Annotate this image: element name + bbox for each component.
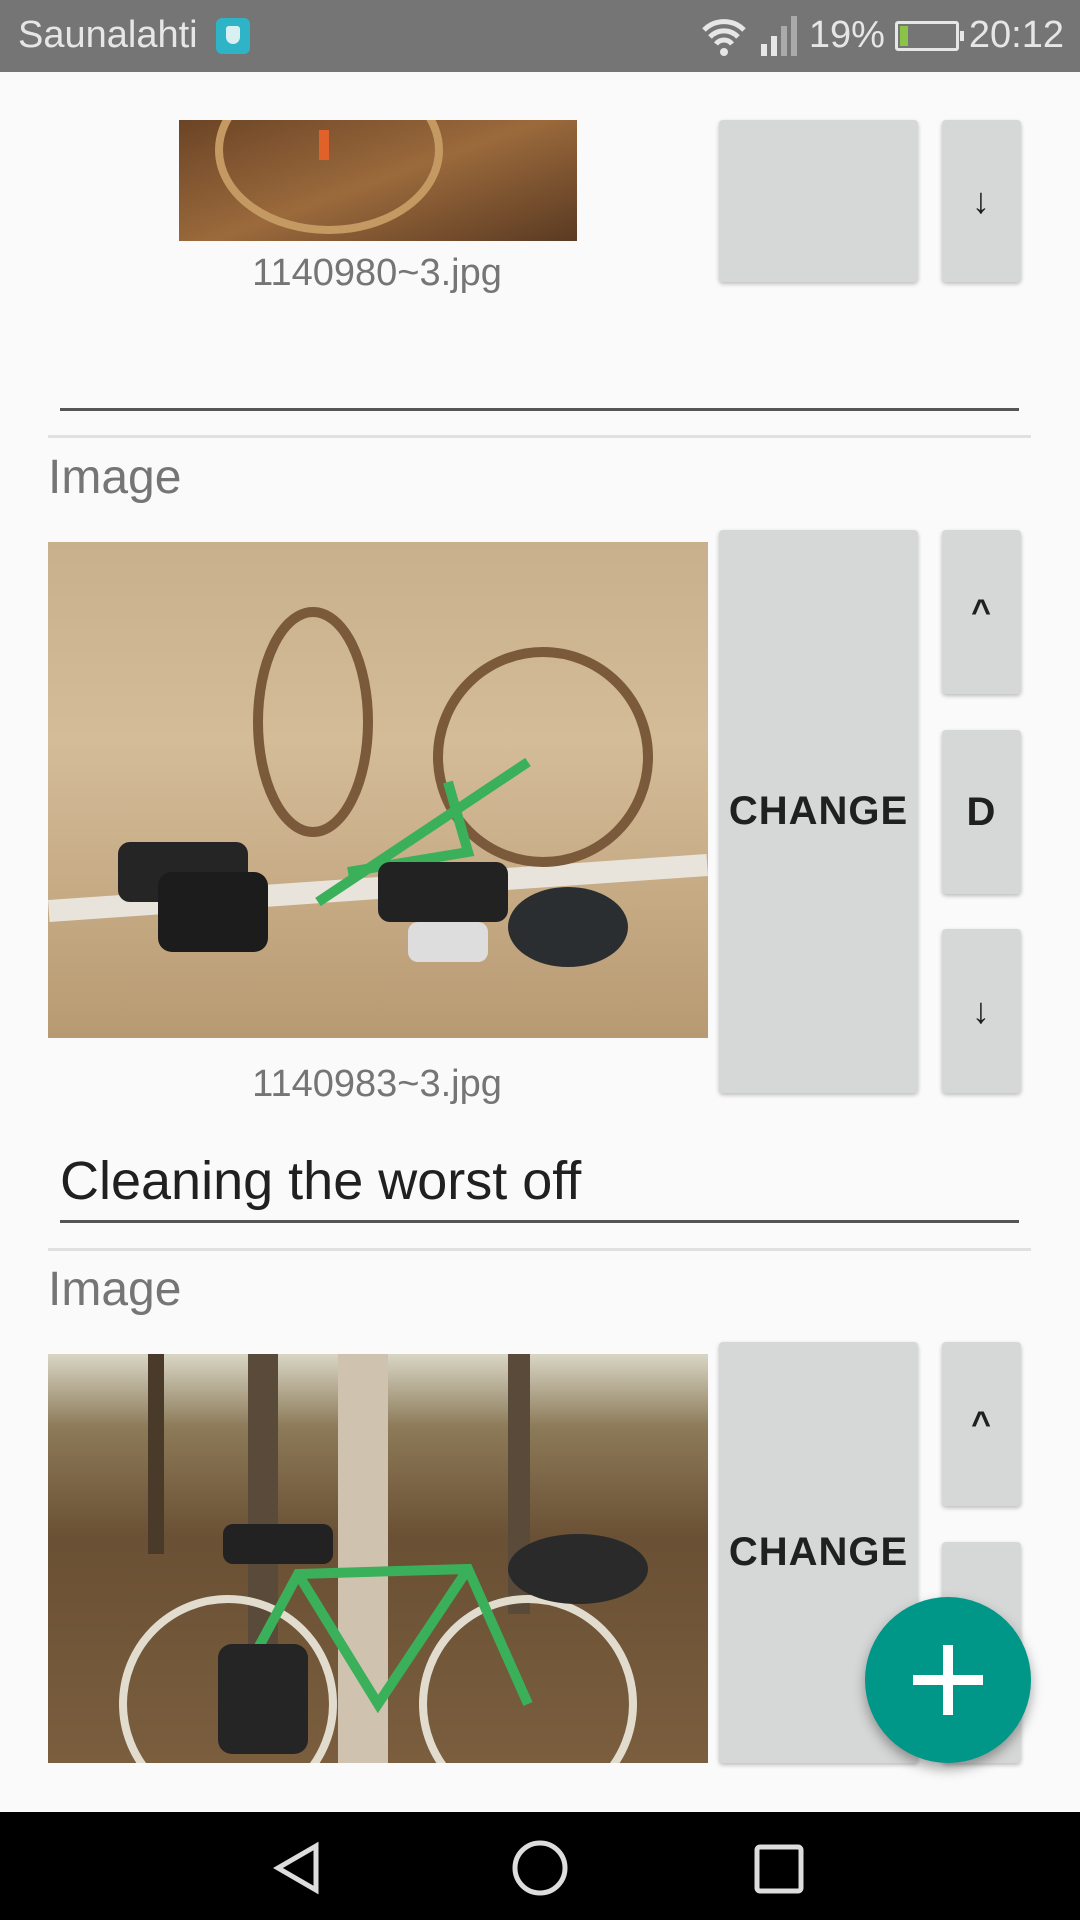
item-label: Image — [48, 451, 182, 504]
divider — [48, 435, 1031, 438]
image-preview[interactable] — [48, 1354, 708, 1763]
item-label: Image — [48, 1263, 182, 1316]
move-down-button[interactable]: ↓ — [942, 120, 1021, 282]
move-up-button[interactable]: ^ — [942, 530, 1021, 694]
move-down-button[interactable]: ↓ — [942, 929, 1021, 1093]
image-preview[interactable] — [48, 542, 708, 1038]
add-item-button[interactable] — [865, 1597, 1031, 1763]
home-icon[interactable] — [510, 1840, 570, 1900]
move-up-button[interactable]: ^ — [942, 1342, 1021, 1506]
caption-underline — [60, 1220, 1019, 1223]
wifi-icon — [702, 18, 746, 56]
change-button[interactable]: CHANGE — [719, 530, 918, 1093]
battery-percent: 19% — [808, 14, 885, 56]
delete-button[interactable]: D — [942, 730, 1021, 894]
caption-underline — [60, 408, 1019, 411]
plus-icon — [913, 1645, 983, 1715]
image-filename: 1140980~3.jpg — [252, 252, 502, 294]
image-preview[interactable] — [179, 120, 577, 241]
change-button[interactable] — [719, 120, 918, 282]
recents-icon[interactable] — [754, 1844, 806, 1896]
image-filename: 1140983~3.jpg — [252, 1063, 502, 1105]
caption-input[interactable]: Cleaning the worst off — [60, 1150, 581, 1212]
back-icon[interactable] — [270, 1840, 326, 1896]
battery-icon — [894, 20, 964, 51]
shield-icon — [216, 18, 250, 54]
status-bar: Saunalahti 19% 20:12 — [0, 0, 1080, 72]
signal-icon — [760, 15, 797, 56]
divider — [48, 1248, 1031, 1251]
navigation-bar — [0, 1812, 1080, 1920]
clock: 20:12 — [968, 14, 1064, 56]
carrier-name: Saunalahti — [18, 14, 198, 56]
